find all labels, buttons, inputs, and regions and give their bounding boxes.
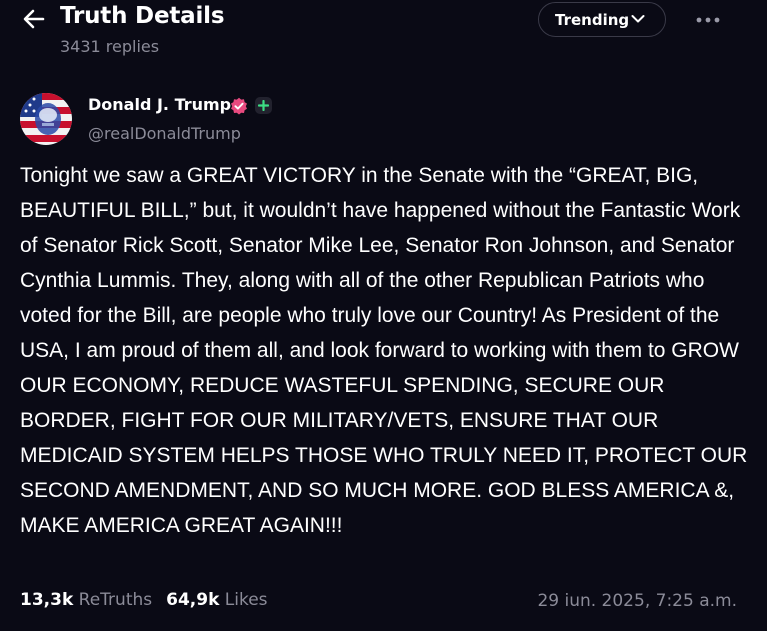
likes-label: Likes [224,590,268,610]
page-title: Truth Details [60,3,225,29]
more-horizontal-icon [696,17,720,23]
header: Truth Details 3431 replies Trending [0,0,767,64]
sort-label: Trending [555,10,630,29]
retruths-count: 13,3k [20,590,74,610]
post-body: Tonight we saw a GREAT VICTORY in the Se… [20,164,748,537]
back-button[interactable] [20,6,48,32]
truth-details-page: Truth Details 3431 replies Trending Dona… [0,0,767,631]
post-stats: 13,3k ReTruths 64,9k Likes [20,590,282,610]
author-name[interactable]: Donald J. Trump [88,95,231,114]
verified-badge-icon [231,97,247,115]
likes-stat[interactable]: 64,9k Likes [166,590,267,610]
retruths-stat[interactable]: 13,3k ReTruths [20,590,152,610]
post-timestamp: 29 iun. 2025, 7:25 a.m. [537,591,737,611]
likes-count: 64,9k [166,590,220,610]
more-options-button[interactable] [692,8,724,32]
avatar-image [20,93,72,145]
chevron-down-icon [631,15,645,23]
author-handle[interactable]: @realDonaldTrump [88,124,241,143]
reply-count: 3431 replies [60,37,160,56]
arrow-left-icon [23,9,45,29]
plus-badge [255,97,272,114]
sort-dropdown[interactable]: Trending [538,2,666,37]
retruths-label: ReTruths [78,590,153,610]
avatar[interactable] [20,93,72,145]
plus-badge-icon [258,100,269,111]
